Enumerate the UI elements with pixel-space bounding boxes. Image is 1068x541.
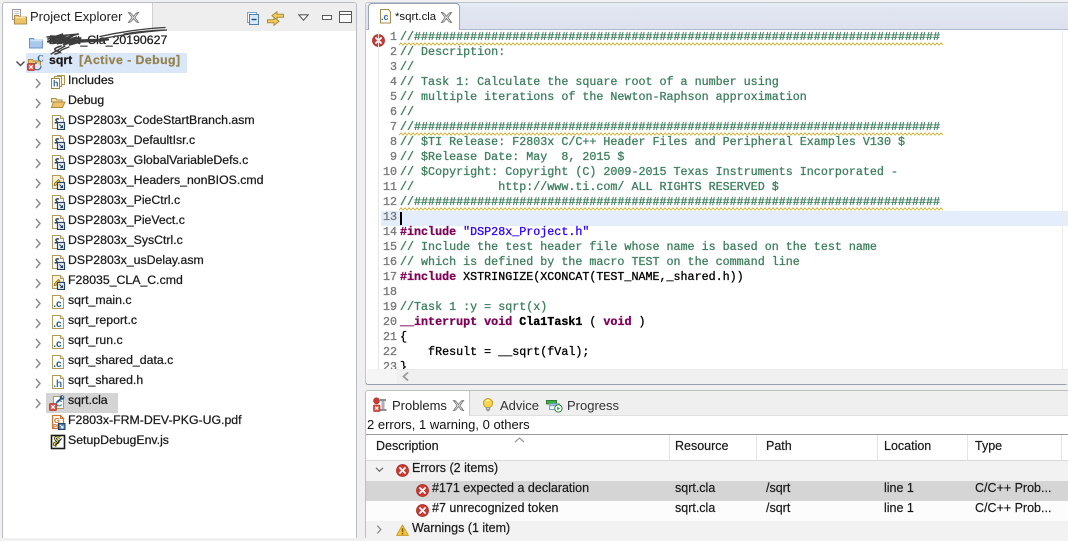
svg-text:.h: .h [53,379,62,390]
svg-text:.c: .c [53,299,62,310]
svg-text:h: h [53,79,59,89]
svg-text:.c: .c [53,359,62,370]
svg-text:.c: .c [53,319,62,330]
svg-text:.c: .c [381,12,389,22]
svg-text:.c: .c [53,339,62,350]
